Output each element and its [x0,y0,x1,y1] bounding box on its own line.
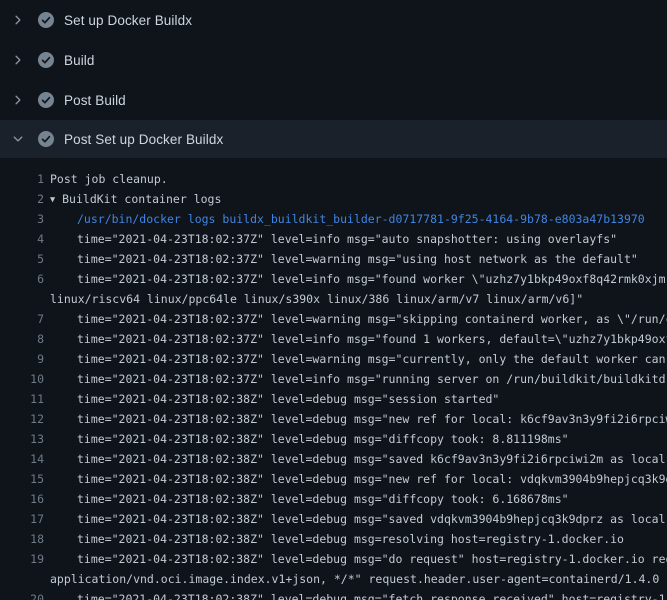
log-line: 7time="2021-04-23T18:02:37Z" level=warni… [0,309,667,329]
log-line-text: time="2021-04-23T18:02:37Z" level=warnin… [44,252,638,266]
log-line-number[interactable]: 6 [0,269,44,289]
group-collapse-triangle-icon: ▼ [44,190,55,209]
log-line-number[interactable]: 18 [0,529,44,549]
log-line-text: time="2021-04-23T18:02:38Z" level=debug … [44,512,667,526]
log-line-number[interactable]: 20 [0,589,44,600]
log-line-text: time="2021-04-23T18:02:38Z" level=debug … [44,492,569,506]
log-line: 18time="2021-04-23T18:02:38Z" level=debu… [0,529,667,549]
actions-log-viewer: { "theme": { "bg": "#0f141b", "step_expa… [0,0,667,600]
log-line-text: linux/riscv64 linux/ppc64le linux/s390x … [44,292,583,306]
log-line-text: time="2021-04-23T18:02:37Z" level=info m… [44,372,667,386]
log-console: 1Post job cleanup. 2▼ BuildKit container … [0,158,667,600]
log-line-number[interactable]: 17 [0,509,44,529]
log-line-number[interactable]: 4 [0,229,44,249]
step-row-build[interactable]: Build [0,40,667,80]
check-circle-icon [38,12,54,28]
log-line-number[interactable]: 2 [0,189,44,209]
log-line-text: Post job cleanup. [44,172,168,186]
check-circle-icon [38,52,54,68]
log-line-number[interactable]: 12 [0,409,44,429]
check-circle-icon [38,131,54,147]
log-line: 11time="2021-04-23T18:02:38Z" level=debu… [0,389,667,409]
log-line-text: BuildKit container logs [62,192,221,206]
step-label: Build [64,53,95,68]
log-line-text: time="2021-04-23T18:02:38Z" level=debug … [44,392,499,406]
log-line-number[interactable]: 8 [0,329,44,349]
chevron-right-icon [12,94,24,106]
log-line-text: time="2021-04-23T18:02:38Z" level=debug … [44,472,667,486]
step-row-set-up-docker-buildx[interactable]: Set up Docker Buildx [0,0,667,40]
log-line: 8time="2021-04-23T18:02:37Z" level=info … [0,329,667,349]
log-line-number[interactable]: 15 [0,469,44,489]
log-line: 14time="2021-04-23T18:02:38Z" level=debu… [0,449,667,469]
log-line-text: time="2021-04-23T18:02:37Z" level=warnin… [44,312,667,326]
log-line: 1Post job cleanup. [0,169,667,189]
log-line-text: time="2021-04-23T18:02:38Z" level=debug … [44,552,667,566]
log-line-text: time="2021-04-23T18:02:38Z" level=debug … [44,592,667,600]
log-line-number[interactable]: 14 [0,449,44,469]
log-line: 17time="2021-04-23T18:02:38Z" level=debu… [0,509,667,529]
log-line-text: time="2021-04-23T18:02:37Z" level=info m… [44,232,617,246]
log-line: application/vnd.oci.image.index.v1+json,… [0,569,667,589]
step-label: Post Set up Docker Buildx [64,132,223,147]
log-line-text: time="2021-04-23T18:02:37Z" level=info m… [44,272,666,286]
log-line-text: application/vnd.oci.image.index.v1+json,… [44,572,659,586]
log-line-text: time="2021-04-23T18:02:37Z" level=warnin… [44,352,667,366]
log-line-number[interactable]: 10 [0,369,44,389]
log-line-number[interactable]: 11 [0,389,44,409]
log-line-number[interactable]: 16 [0,489,44,509]
log-line-number[interactable]: 3 [0,209,44,229]
log-line-text: time="2021-04-23T18:02:38Z" level=debug … [44,452,667,466]
log-line: 13time="2021-04-23T18:02:38Z" level=debu… [0,429,667,449]
step-row-post-build[interactable]: Post Build [0,80,667,120]
chevron-right-icon [12,14,24,26]
step-label: Post Build [64,93,126,108]
log-line: 5time="2021-04-23T18:02:37Z" level=warni… [0,249,667,269]
log-line-number[interactable]: 19 [0,549,44,569]
log-line-text: time="2021-04-23T18:02:38Z" level=debug … [44,532,624,546]
log-group-toggle[interactable]: 2▼ BuildKit container logs [0,189,667,209]
log-line: 19time="2021-04-23T18:02:38Z" level=debu… [0,549,667,569]
step-label: Set up Docker Buildx [64,13,192,28]
log-line-text: time="2021-04-23T18:02:37Z" level=info m… [44,332,667,346]
log-line: 15time="2021-04-23T18:02:38Z" level=debu… [0,469,667,489]
log-line-number[interactable]: 7 [0,309,44,329]
log-line-number[interactable]: 1 [0,169,44,189]
log-line: 16time="2021-04-23T18:02:38Z" level=debu… [0,489,667,509]
log-line-text: /usr/bin/docker logs buildx_buildkit_bui… [44,212,645,226]
log-line-number[interactable]: 5 [0,249,44,269]
steps-list: Set up Docker Buildx Build P [0,0,667,158]
log-line-number[interactable]: 9 [0,349,44,369]
log-line: linux/riscv64 linux/ppc64le linux/s390x … [0,289,667,309]
step-row-post-set-up-docker-buildx[interactable]: Post Set up Docker Buildx [0,120,667,158]
log-line: 4time="2021-04-23T18:02:37Z" level=info … [0,229,667,249]
log-line: 12time="2021-04-23T18:02:38Z" level=debu… [0,409,667,429]
log-line: 9time="2021-04-23T18:02:37Z" level=warni… [0,349,667,369]
check-circle-icon [38,92,54,108]
log-line-text: time="2021-04-23T18:02:38Z" level=debug … [44,412,667,426]
log-line-text: time="2021-04-23T18:02:38Z" level=debug … [44,432,569,446]
log-line-number[interactable]: 13 [0,429,44,449]
chevron-right-icon [12,54,24,66]
log-line: 20time="2021-04-23T18:02:38Z" level=debu… [0,589,667,600]
chevron-down-icon [12,133,24,145]
log-line: 10time="2021-04-23T18:02:37Z" level=info… [0,369,667,389]
log-line: 3/usr/bin/docker logs buildx_buildkit_bu… [0,209,667,229]
log-line: 6time="2021-04-23T18:02:37Z" level=info … [0,269,667,289]
